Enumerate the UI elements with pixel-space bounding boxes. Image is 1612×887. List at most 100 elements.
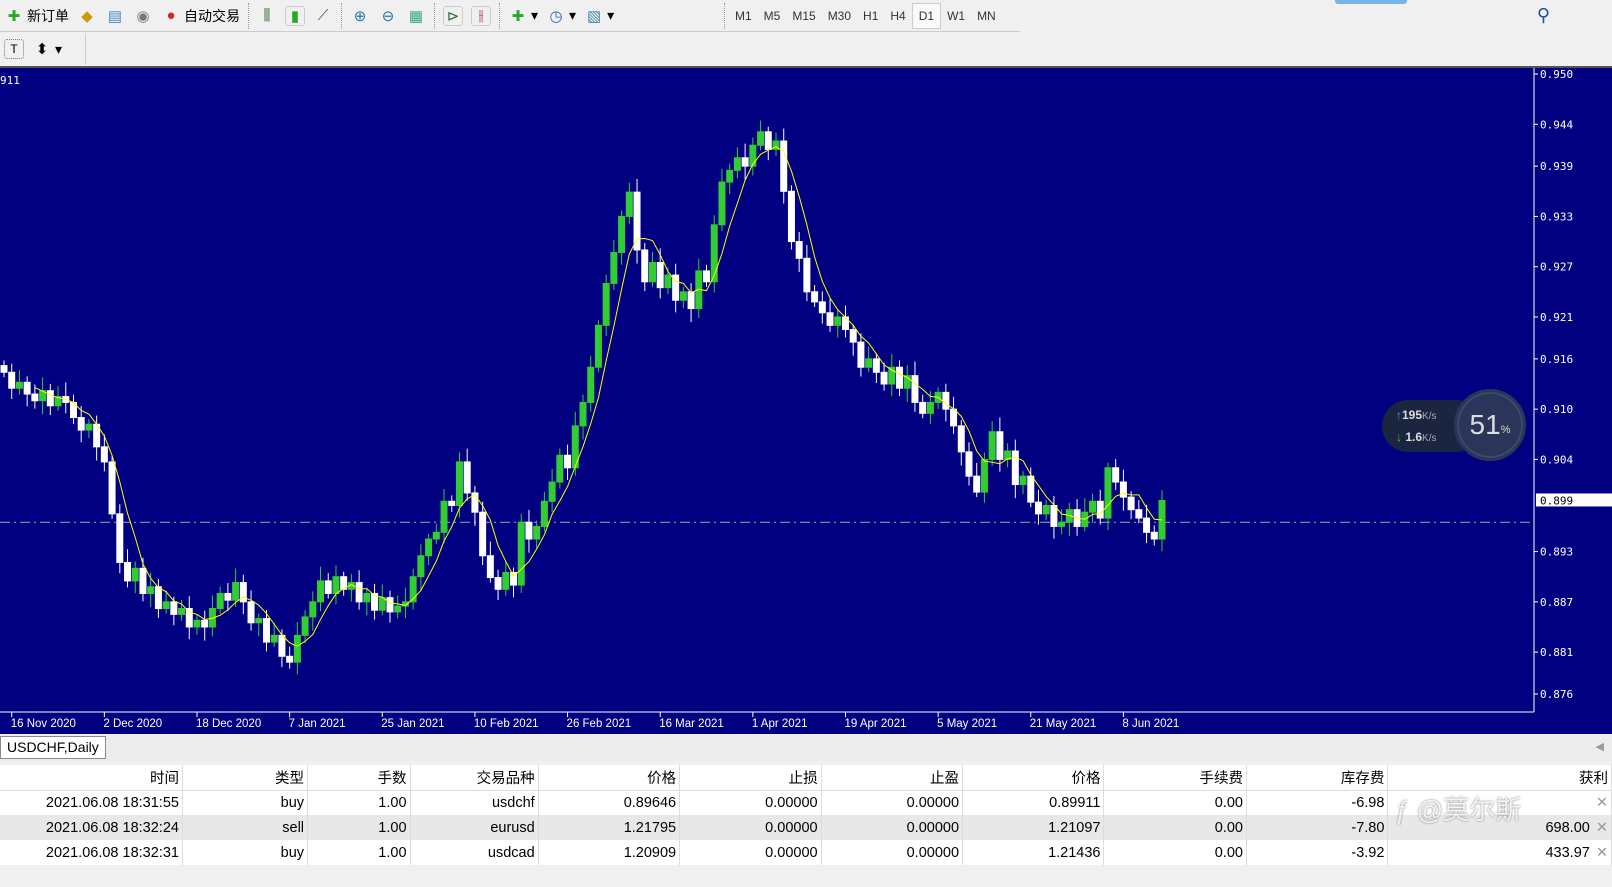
- column-header[interactable]: 类型: [182, 765, 309, 791]
- candle-body: [926, 401, 934, 414]
- gold-icon: ◆: [81, 7, 93, 25]
- close-position-icon[interactable]: ✕: [1596, 820, 1608, 836]
- candle-body: [46, 390, 54, 407]
- date-tick-label: 16 Mar 2021: [659, 718, 724, 730]
- timeframe-h1[interactable]: H1: [857, 3, 884, 29]
- candle-body: [726, 169, 734, 183]
- column-header[interactable]: 手数: [307, 765, 411, 791]
- candle-body: [463, 461, 471, 494]
- date-tick-label: 10 Feb 2021: [474, 718, 539, 730]
- candle-body: [648, 262, 656, 283]
- cell-value: 1.21097: [1048, 819, 1101, 836]
- candle-body: [556, 454, 564, 483]
- candle-body: [455, 461, 463, 506]
- tile-windows-button[interactable]: ▦: [402, 3, 430, 29]
- cell-value: 0.00: [1214, 794, 1243, 811]
- indicators-button[interactable]: ✚ ▾: [504, 3, 542, 29]
- close-position-icon[interactable]: ✕: [1596, 795, 1608, 811]
- timeframe-m30[interactable]: M30: [822, 3, 857, 29]
- signals-button[interactable]: ◉: [129, 3, 157, 29]
- scroll-left-icon[interactable]: ◀: [1596, 740, 1604, 753]
- candle-body: [996, 431, 1004, 460]
- auto-scroll-button[interactable]: ⊳: [439, 3, 467, 29]
- timeframe-m1[interactable]: M1: [729, 3, 758, 29]
- candle-body: [965, 451, 973, 477]
- navigator-button[interactable]: ▤: [101, 3, 129, 29]
- close-position-icon[interactable]: ✕: [1596, 845, 1608, 861]
- table-cell: 0.89646: [538, 790, 681, 815]
- price-chart[interactable]: 0.950 0.944 0.939 0.933 0.927 0.921 0.916 0.910…: [0, 66, 1612, 734]
- candle-body: [857, 341, 865, 368]
- divider: [341, 2, 342, 29]
- timeframe-w1[interactable]: W1: [941, 3, 971, 29]
- text-icon: T: [4, 39, 24, 59]
- table-cell: 1.21436: [962, 840, 1105, 865]
- column-header[interactable]: 交易品种: [410, 765, 539, 791]
- timeframe-d1[interactable]: D1: [911, 2, 942, 29]
- table-row[interactable]: 2021.06.08 18:32:31 buy 1.00 usdcad 1.20909 0…: [0, 840, 1612, 865]
- candle-body: [849, 329, 857, 343]
- candle-body: [957, 425, 965, 453]
- search-icon[interactable]: ⚲: [1537, 5, 1550, 26]
- candle-body: [780, 140, 788, 192]
- template-icon: ▧: [586, 7, 602, 25]
- column-header[interactable]: 手续费: [1103, 765, 1247, 791]
- market-watch-button[interactable]: ◆: [73, 3, 101, 29]
- timeframe-mn[interactable]: MN: [971, 3, 1002, 29]
- table-cell: usdchf: [410, 790, 539, 815]
- candle-body: [1135, 509, 1143, 519]
- auto-trading-button[interactable]: ● 自动交易: [157, 3, 244, 29]
- table-cell: 0.89911: [962, 790, 1105, 815]
- templates-button[interactable]: ▧ ▾: [580, 3, 618, 29]
- candle-chart-button[interactable]: ▮: [281, 3, 309, 29]
- grid-icon: ▦: [408, 7, 424, 25]
- candle-body: [1127, 496, 1135, 511]
- new-order-label: 新订单: [27, 7, 69, 24]
- table-cell: 1.20909: [538, 840, 681, 865]
- column-header[interactable]: 库存费: [1246, 765, 1389, 791]
- chart-shift-button[interactable]: ⫲: [467, 3, 495, 29]
- candle-body: [834, 316, 842, 326]
- table-row[interactable]: 2021.06.08 18:32:24 sell 1.00 eurusd 1.21795…: [0, 815, 1612, 840]
- cell-value: 1.00: [378, 844, 407, 861]
- price-tick-label: 0.876: [1540, 688, 1573, 701]
- cell-value: -7.80: [1351, 819, 1385, 836]
- price-tick-label: 0.904: [1540, 453, 1573, 466]
- line-chart-button[interactable]: ⟋: [309, 3, 337, 29]
- candle-body: [301, 616, 309, 636]
- column-header[interactable]: 止损: [679, 765, 822, 791]
- column-header[interactable]: 时间: [0, 765, 183, 791]
- periods-button[interactable]: ◷ ▾: [542, 3, 580, 29]
- cell-value: buy: [280, 794, 305, 811]
- candle-body: [479, 511, 487, 557]
- candle-body: [1027, 475, 1035, 503]
- text-tool-button[interactable]: T: [0, 36, 28, 62]
- cell-value: 0.00000: [906, 844, 960, 861]
- candle-body: [741, 157, 749, 167]
- timeframe-h4[interactable]: H4: [884, 3, 911, 29]
- timeframe-m15[interactable]: M15: [786, 3, 821, 29]
- table-row[interactable]: 2021.06.08 18:31:55 buy 1.00 usdchf 0.89646 0…: [0, 790, 1612, 815]
- data-icon: ▤: [107, 7, 123, 25]
- column-header[interactable]: 止盈: [821, 765, 964, 791]
- bar-chart-button[interactable]: ⫼: [253, 3, 281, 29]
- zoom-in-button[interactable]: ⊕: [346, 3, 374, 29]
- candle-body: [579, 401, 587, 427]
- table-cell: ✕: [1387, 790, 1612, 815]
- column-header[interactable]: 价格: [962, 765, 1105, 791]
- candle-body: [286, 655, 294, 663]
- candle-body: [973, 475, 981, 493]
- column-header[interactable]: 价格: [538, 765, 681, 791]
- candle-body: [224, 592, 232, 601]
- arrows-tool-button[interactable]: ⬍ ▾: [28, 36, 66, 62]
- timeframe-m5[interactable]: M5: [758, 3, 787, 29]
- chart-info-label: 911: [0, 74, 20, 87]
- add-indicator-icon: ✚: [511, 7, 525, 25]
- new-order-button[interactable]: ✚ 新订单: [0, 3, 73, 29]
- chart-tab-usdchf[interactable]: USDCHF,Daily: [0, 736, 106, 759]
- candle-body: [162, 601, 170, 610]
- table-cell: 0.00000: [821, 815, 964, 840]
- cpu-percent: %: [1500, 424, 1511, 436]
- column-header[interactable]: 获利: [1387, 765, 1612, 791]
- zoom-out-button[interactable]: ⊖: [374, 3, 402, 29]
